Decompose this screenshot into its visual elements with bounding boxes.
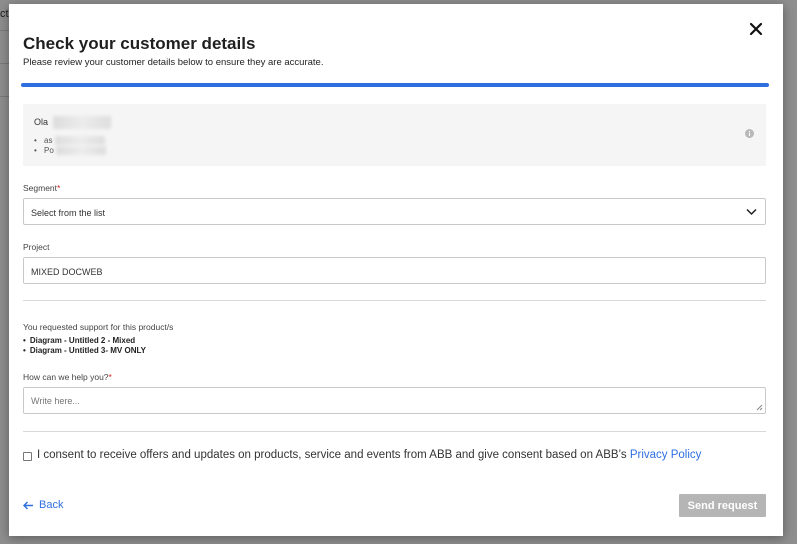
required-mark: * bbox=[108, 372, 112, 382]
consent-text: I consent to receive offers and updates … bbox=[37, 449, 630, 461]
resize-grip-icon[interactable] bbox=[755, 403, 763, 411]
info-icon[interactable] bbox=[745, 129, 754, 138]
product-item: Diagram - Untitled 2 - Mixed bbox=[23, 336, 146, 346]
redacted-name bbox=[52, 116, 111, 129]
product-item: Diagram - Untitled 3- MV ONLY bbox=[23, 346, 146, 356]
support-intro-text: You requested support for this product/s bbox=[23, 322, 174, 332]
close-button[interactable] bbox=[747, 20, 765, 38]
redacted-detail bbox=[54, 136, 105, 146]
help-textarea[interactable]: Write here... bbox=[23, 387, 766, 414]
send-request-button[interactable]: Send request bbox=[679, 494, 766, 517]
back-button[interactable]: Back bbox=[23, 499, 63, 511]
segment-select-value: Select from the list bbox=[31, 208, 106, 218]
divider bbox=[23, 431, 766, 432]
customer-info-card: Ola as Po bbox=[23, 104, 766, 166]
progress-bar bbox=[21, 83, 769, 87]
project-input-value: MIXED DOCWEB bbox=[31, 267, 103, 277]
customer-details-modal: Check your customer details Please revie… bbox=[9, 4, 783, 536]
product-list: Diagram - Untitled 2 - Mixed Diagram - U… bbox=[23, 336, 146, 356]
privacy-policy-link[interactable]: Privacy Policy bbox=[630, 449, 702, 461]
required-mark: * bbox=[57, 183, 61, 193]
modal-subtitle: Please review your customer details belo… bbox=[23, 57, 324, 68]
segment-select[interactable]: Select from the list bbox=[23, 198, 766, 225]
help-label: How can we help you?* bbox=[23, 372, 112, 382]
customer-detail-item: as bbox=[34, 136, 106, 146]
customer-detail-item: Po bbox=[34, 146, 107, 156]
customer-name: Ola bbox=[34, 116, 111, 129]
customer-name-text: Ola bbox=[34, 116, 49, 127]
project-label: Project bbox=[23, 242, 50, 252]
arrow-left-icon bbox=[23, 501, 33, 509]
close-icon bbox=[749, 22, 763, 36]
divider bbox=[23, 300, 766, 301]
consent-checkbox[interactable] bbox=[23, 452, 32, 461]
consent-label: I consent to receive offers and updates … bbox=[37, 449, 701, 461]
segment-label: Segment* bbox=[23, 183, 61, 193]
modal-title: Check your customer details bbox=[23, 34, 256, 53]
redacted-detail bbox=[56, 146, 107, 156]
help-textarea-placeholder: Write here... bbox=[31, 396, 80, 406]
project-input[interactable]: MIXED DOCWEB bbox=[23, 257, 766, 284]
chevron-down-icon bbox=[746, 208, 757, 216]
back-label: Back bbox=[39, 499, 64, 511]
customer-details-list: as Po bbox=[34, 136, 107, 156]
